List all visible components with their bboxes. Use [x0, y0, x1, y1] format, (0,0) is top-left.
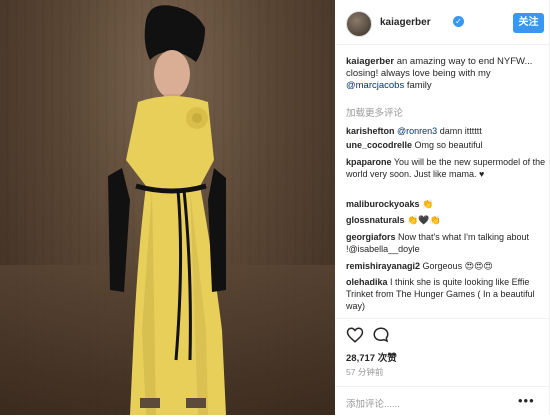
comment-item: une_cocodrelle Omg so beautiful: [346, 139, 546, 151]
model-figure: [108, 5, 226, 415]
comment-author[interactable]: une_cocodrelle: [346, 140, 412, 150]
add-comment-bar: 添加评论...... •••: [336, 386, 549, 417]
comment-author[interactable]: karishefton: [346, 126, 395, 136]
comment-text: Omg so beautiful: [412, 140, 483, 150]
post-timestamp[interactable]: 57 分钟前: [346, 366, 383, 378]
caption-author[interactable]: kaiagerber: [346, 56, 394, 67]
comment-item: olehadika I think she is quite looking l…: [346, 276, 546, 312]
comment-item: maliburockyoaks 👏: [346, 198, 546, 210]
comment-mention-link[interactable]: @ronren3: [397, 126, 437, 136]
comment-item: georgiafors Now that's what I'm talking …: [346, 231, 546, 255]
comment-item: kpaparone You will be the new supermodel…: [346, 156, 546, 180]
comment-text: damn itttttt: [437, 126, 482, 136]
comment-item: karishefton @ronren3 damn itttttt: [346, 125, 546, 137]
add-comment-input[interactable]: 添加评论......: [346, 396, 400, 410]
post-caption: kaiagerber an amazing way to end NYFW...…: [346, 56, 542, 92]
caption-mention-link[interactable]: @marcjacobs: [346, 80, 404, 91]
more-options-icon[interactable]: •••: [518, 393, 535, 408]
comment-item: remishirayanagi2 Gorgeous 😍😍😍: [346, 260, 546, 272]
post-side-panel: kaiagerber ✓ 关注 kaiagerber an amazing wa…: [336, 0, 549, 415]
comment-author[interactable]: kpaparone: [346, 157, 392, 167]
comment-author[interactable]: georgiafors: [346, 232, 396, 242]
comment-text: 👏: [419, 199, 434, 209]
instagram-post-window: kaiagerber ✓ 关注 kaiagerber an amazing wa…: [0, 0, 550, 415]
post-header: kaiagerber ✓ 关注: [336, 0, 549, 45]
comment-text: Gorgeous 😍😍😍: [420, 261, 493, 271]
comment-text: 👏🖤👏: [404, 215, 441, 225]
post-actions: 28,717 次赞 57 分钟前 添加评论...... •••: [336, 318, 549, 416]
comment-author[interactable]: maliburockyoaks: [346, 199, 420, 209]
post-photo[interactable]: [0, 0, 335, 415]
load-more-comments-link[interactable]: 加载更多评论: [346, 105, 403, 119]
comment-author[interactable]: olehadika: [346, 277, 388, 287]
avatar[interactable]: [346, 11, 372, 37]
likes-count[interactable]: 28,717 次赞: [346, 350, 397, 364]
heart-icon[interactable]: [346, 326, 364, 344]
verified-badge-icon: ✓: [453, 16, 464, 27]
comment-icon[interactable]: [372, 326, 390, 344]
post-author-username[interactable]: kaiagerber: [380, 17, 431, 28]
comment-author[interactable]: glossnaturals: [346, 215, 405, 225]
caption-end: family: [404, 80, 432, 91]
comment-item: glossnaturals 👏🖤👏: [346, 214, 546, 226]
comment-author[interactable]: remishirayanagi2: [346, 261, 420, 271]
comments-section: kaiagerber an amazing way to end NYFW...…: [336, 50, 549, 312]
follow-button[interactable]: 关注: [513, 13, 544, 33]
